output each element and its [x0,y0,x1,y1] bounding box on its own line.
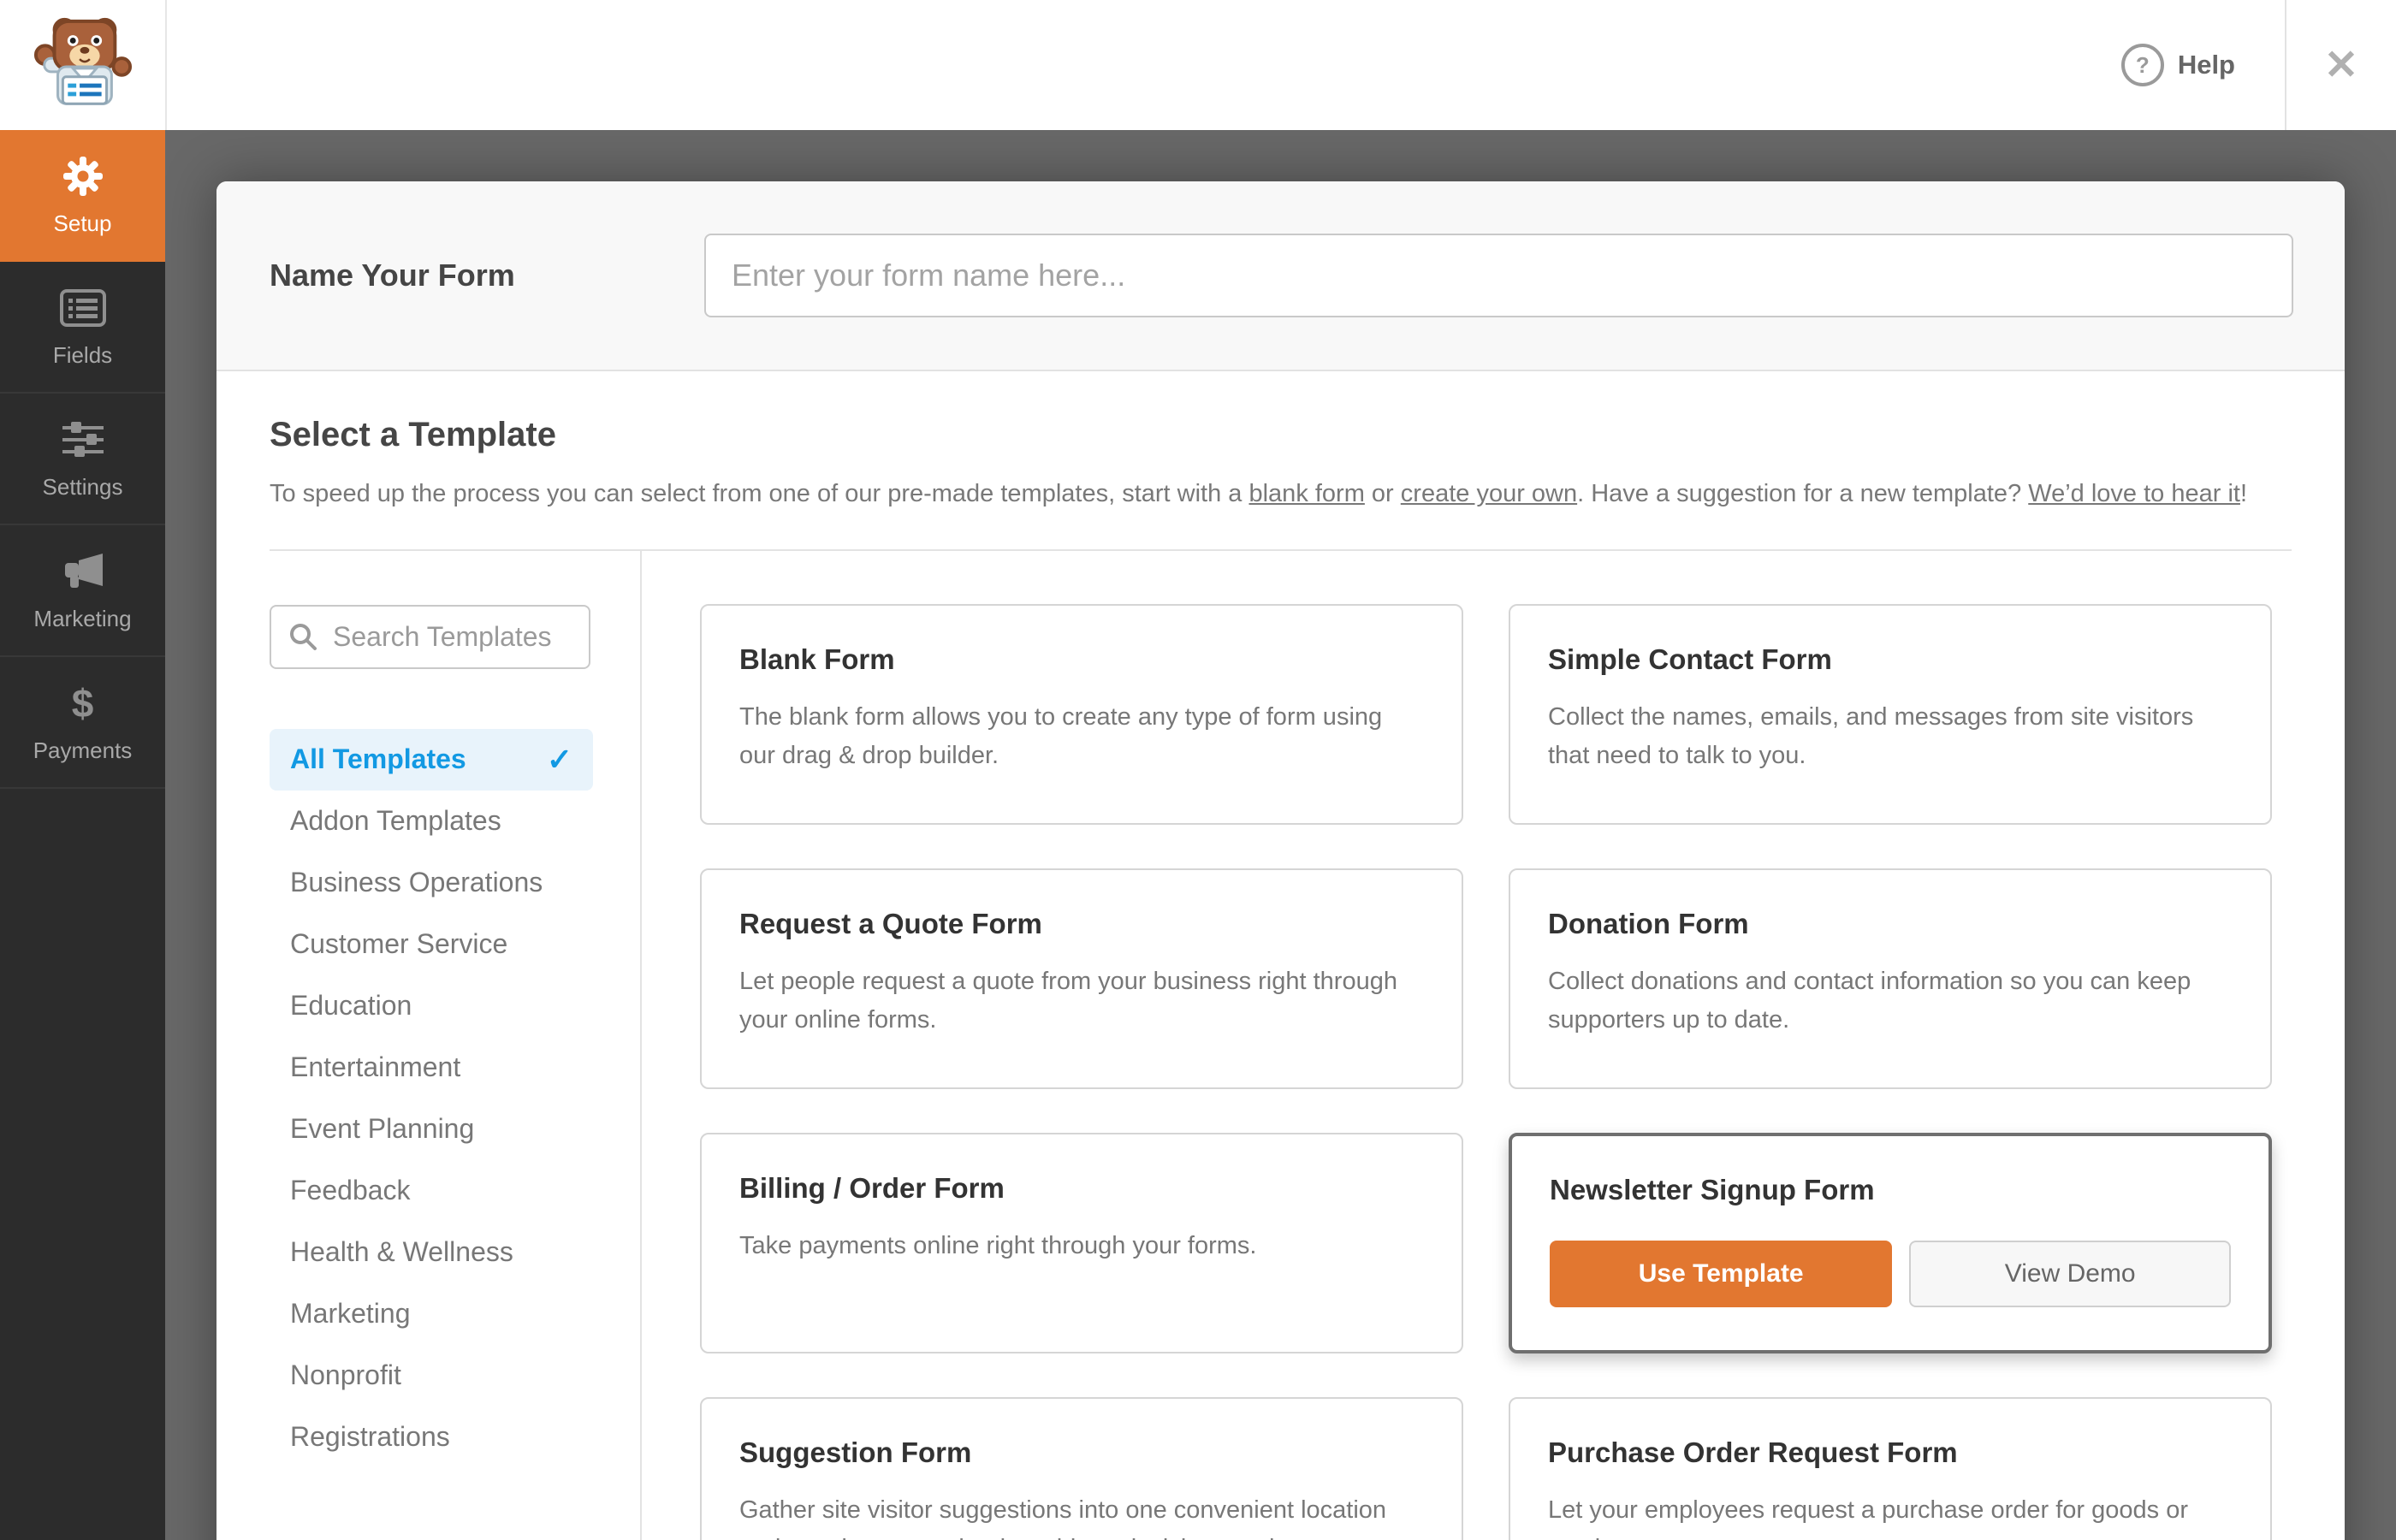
card-description: Collect the names, emails, and messages … [1548,702,2194,769]
form-name-input[interactable] [704,234,2293,317]
builder-sidebar: Setup Fields Settings Marketing $ Paymen… [0,130,165,1540]
form-builder-window: ? Help ✕ Setup Fields Settings Marketing… [0,0,2396,1540]
template-grid: Blank Form The blank form allows you to … [700,603,2292,1540]
select-template-heading: Select a Template [270,416,556,453]
dollar-icon: $ [71,680,94,726]
description-text: . Have a suggestion for a new template? [1577,480,2029,507]
category-registrations[interactable]: Registrations [270,1407,593,1468]
category-entertainment[interactable]: Entertainment [270,1037,593,1099]
gear-icon [62,154,104,198]
template-card-blank-form[interactable]: Blank Form The blank form allows you to … [700,603,1463,825]
help-button[interactable]: ? Help [2072,0,2285,130]
category-all-templates[interactable]: All Templates ✓ [270,728,593,791]
fields-icon [59,286,106,330]
category-addon-templates[interactable]: Addon Templates [270,791,593,852]
category-education[interactable]: Education [270,975,593,1037]
blank-form-link[interactable]: blank form [1248,480,1364,507]
template-card-newsletter-signup-form[interactable]: Newsletter Signup Form Use Template View… [1509,1132,2272,1353]
sidebar-item-fields[interactable]: Fields [0,262,165,394]
close-icon: ✕ [2323,43,2359,88]
suggestion-link[interactable]: We’d love to hear it [2028,480,2240,507]
card-description: Let your employees request a purchase or… [1548,1496,2188,1540]
check-icon: ✓ [546,741,572,777]
card-description: The blank form allows you to create any … [739,702,1383,769]
category-marketing[interactable]: Marketing [270,1283,593,1345]
help-label: Help [2177,50,2235,80]
category-label: All Templates [290,743,466,775]
template-card-donation-form[interactable]: Donation Form Collect donations and cont… [1509,868,2272,1089]
card-title: Donation Form [1548,907,1749,939]
template-card-billing-order-form[interactable]: Billing / Order Form Take payments onlin… [700,1132,1463,1353]
category-feedback[interactable]: Feedback [270,1160,593,1222]
sidebar-item-payments[interactable]: $ Payments [0,657,165,789]
setup-panel: Name Your Form Select a Template To spee… [216,181,2345,1540]
sidebar-label-fields: Fields [52,341,113,368]
sliders-icon [61,418,105,462]
search-templates-input[interactable] [331,619,572,654]
category-customer-service[interactable]: Customer Service [270,914,593,975]
template-categories: All Templates ✓ Addon Templates Business… [270,728,593,1468]
description-text: To speed up the process you can select f… [270,480,1249,507]
sidebar-item-marketing[interactable]: Marketing [0,525,165,657]
template-grid-column: Blank Form The blank form allows you to … [700,551,2292,1540]
search-templates-box [270,604,590,669]
card-title: Blank Form [739,643,895,675]
close-builder-button[interactable]: ✕ [2285,0,2396,130]
wpforms-bear-icon [33,17,132,105]
sidebar-label-payments: Payments [33,737,133,763]
help-icon: ? [2120,44,2164,86]
sidebar-item-setup[interactable]: Setup [0,130,165,262]
sidebar-label-marketing: Marketing [33,605,132,631]
view-demo-button[interactable]: View Demo [1909,1240,2231,1307]
category-event-planning[interactable]: Event Planning [270,1099,593,1160]
template-card-purchase-order-request-form[interactable]: Purchase Order Request Form Let your emp… [1509,1396,2272,1540]
description-text: ! [2239,480,2248,507]
template-card-request-a-quote-form[interactable]: Request a Quote Form Let people request … [700,868,1463,1089]
select-template-section: Select a Template To speed up the proces… [216,416,2345,1540]
card-title: Suggestion Form [739,1436,972,1468]
use-template-button[interactable]: Use Template [1550,1240,1893,1307]
sidebar-label-settings: Settings [42,473,123,500]
sidebar-item-settings[interactable]: Settings [0,394,165,525]
megaphone-icon [60,549,106,594]
card-description: Gather site visitor suggestions into one… [739,1496,1391,1540]
template-card-suggestion-form[interactable]: Suggestion Form Gather site visitor sugg… [700,1396,1463,1540]
sidebar-label-setup: Setup [53,210,112,236]
card-title: Billing / Order Form [739,1171,1005,1204]
category-business-operations[interactable]: Business Operations [270,852,593,914]
description-text: or [1364,480,1401,507]
wpforms-logo [0,0,167,130]
card-title: Simple Contact Form [1548,643,1832,675]
card-actions: Use Template View Demo [1550,1240,2231,1307]
card-description: Let people request a quote from your bus… [739,967,1397,1034]
template-filter-column: All Templates ✓ Addon Templates Business… [270,550,642,1540]
category-nonprofit[interactable]: Nonprofit [270,1345,593,1407]
card-title: Purchase Order Request Form [1548,1436,1958,1468]
card-description: Collect donations and contact informatio… [1548,967,2191,1034]
category-health-wellness[interactable]: Health & Wellness [270,1222,593,1283]
select-template-description: To speed up the process you can select f… [270,477,2292,512]
template-card-simple-contact-form[interactable]: Simple Contact Form Collect the names, e… [1509,603,2272,825]
header-spacer [167,0,2072,130]
card-description: Take payments online right through your … [739,1231,1257,1259]
top-header: ? Help ✕ [0,0,2396,130]
card-title: Request a Quote Form [739,907,1042,939]
name-your-form-section: Name Your Form [216,181,2345,371]
card-title: Newsletter Signup Form [1550,1173,1875,1205]
search-icon [288,622,317,651]
create-your-own-link[interactable]: create your own [1401,480,1577,507]
name-your-form-label: Name Your Form [270,258,515,293]
